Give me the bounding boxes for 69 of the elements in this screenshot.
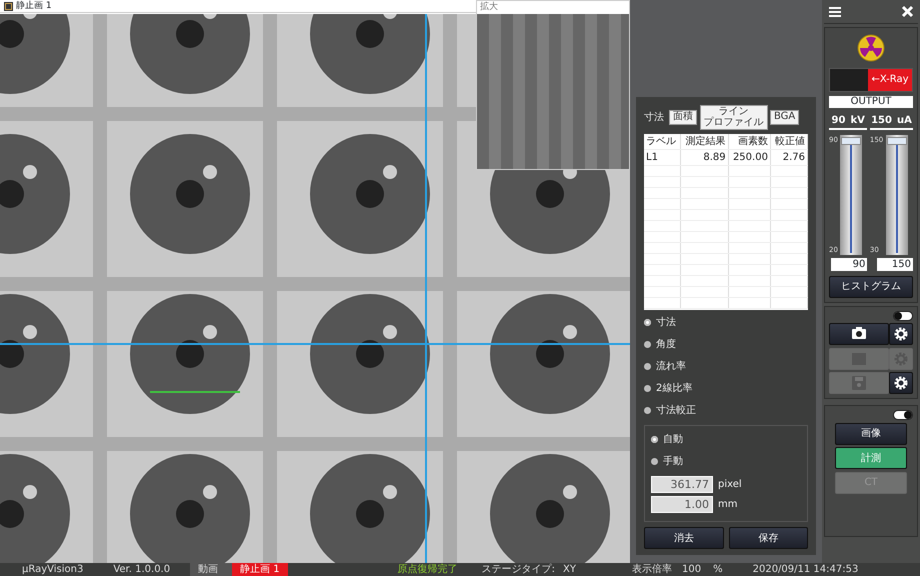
image-icon <box>4 2 13 10</box>
action-button[interactable]: 消去 <box>644 527 724 549</box>
status-message: 原点復帰完了 <box>398 563 458 576</box>
xray-button[interactable]: ←X-Ray <box>868 69 912 91</box>
radio-button[interactable] <box>644 363 651 370</box>
panel-title: 拡大 <box>479 1 499 14</box>
column-header: 測定結果 <box>680 134 728 150</box>
value-label: 90 <box>832 114 846 128</box>
zoom-unit: % <box>713 563 723 576</box>
table-cell: 8.89 <box>680 150 728 166</box>
stage-value: XY <box>563 563 576 576</box>
settings-icon <box>893 375 909 391</box>
option-label: 寸法 <box>656 316 676 330</box>
close-icon[interactable] <box>901 5 914 18</box>
output-label: OUTPUT <box>829 96 913 108</box>
option-label: 角度 <box>656 338 676 352</box>
unit-label: uA <box>896 114 912 128</box>
option-label: 自動 <box>663 433 683 447</box>
action-button[interactable]: 保存 <box>728 527 808 549</box>
option-label: 流れ率 <box>656 360 686 374</box>
radio-button[interactable] <box>644 319 651 326</box>
tab[interactable]: ライン プロファイル <box>700 105 768 130</box>
tab[interactable]: BGA <box>770 110 800 125</box>
view-tab[interactable]: 静止画 1 <box>232 563 288 576</box>
option-label: 2線比率 <box>656 382 692 396</box>
table-cell: 2.76 <box>770 150 808 166</box>
option-label: 手動 <box>663 454 683 469</box>
section-label: 寸法 <box>644 110 664 125</box>
settings-button[interactable] <box>889 323 913 345</box>
view-tab[interactable]: 動画 <box>190 563 232 576</box>
camera-icon <box>851 326 867 342</box>
table-cell: 250.00 <box>728 150 770 166</box>
window-title: 静止画 1 <box>16 0 52 12</box>
number-field[interactable]: 150 <box>877 258 914 270</box>
menu-icon[interactable] <box>828 6 842 18</box>
number-field[interactable]: 90 <box>831 258 868 270</box>
slider-thumb[interactable] <box>841 137 862 145</box>
stage-label: ステージタイプ: <box>482 563 556 576</box>
unit-label: kV <box>850 114 865 128</box>
radio-button[interactable] <box>644 341 651 348</box>
radio-button[interactable] <box>651 458 658 465</box>
column-header: ラベル <box>644 134 680 150</box>
zoom-value: 100 <box>682 563 702 576</box>
unit-label: pixel <box>718 478 742 492</box>
input-field[interactable]: 361.77 <box>651 476 713 493</box>
indicator-block <box>830 69 868 91</box>
radio-button[interactable] <box>644 407 651 414</box>
unit-label: mm <box>718 498 738 512</box>
slider-thumb[interactable] <box>886 137 907 145</box>
histogram-button[interactable]: ヒストグラム <box>829 276 913 298</box>
option-label: 寸法較正 <box>656 404 696 418</box>
radio-button[interactable] <box>644 385 651 392</box>
zoom-label: 表示倍率 <box>632 563 672 576</box>
input-field[interactable]: 1.00 <box>651 496 713 512</box>
version-label: Ver. 1.0.0.0 <box>113 563 170 576</box>
toggle-switch[interactable] <box>893 310 913 320</box>
column-header: 画素数 <box>728 134 770 150</box>
value-label: 150 <box>871 114 892 128</box>
radiation-icon <box>857 34 885 62</box>
toggle-switch[interactable] <box>893 410 913 420</box>
radio-button[interactable] <box>651 436 658 443</box>
mode-button[interactable]: 画像 <box>835 422 907 444</box>
column-header: 較正値 <box>770 134 808 150</box>
settings-icon <box>893 326 909 342</box>
tab[interactable]: 面積 <box>669 110 697 125</box>
table-cell: L1 <box>644 150 680 166</box>
date-time: 2020/09/11 14:47:53 <box>752 563 858 576</box>
capture-button[interactable] <box>829 323 889 345</box>
app-name: µRayVision3 <box>22 563 84 576</box>
